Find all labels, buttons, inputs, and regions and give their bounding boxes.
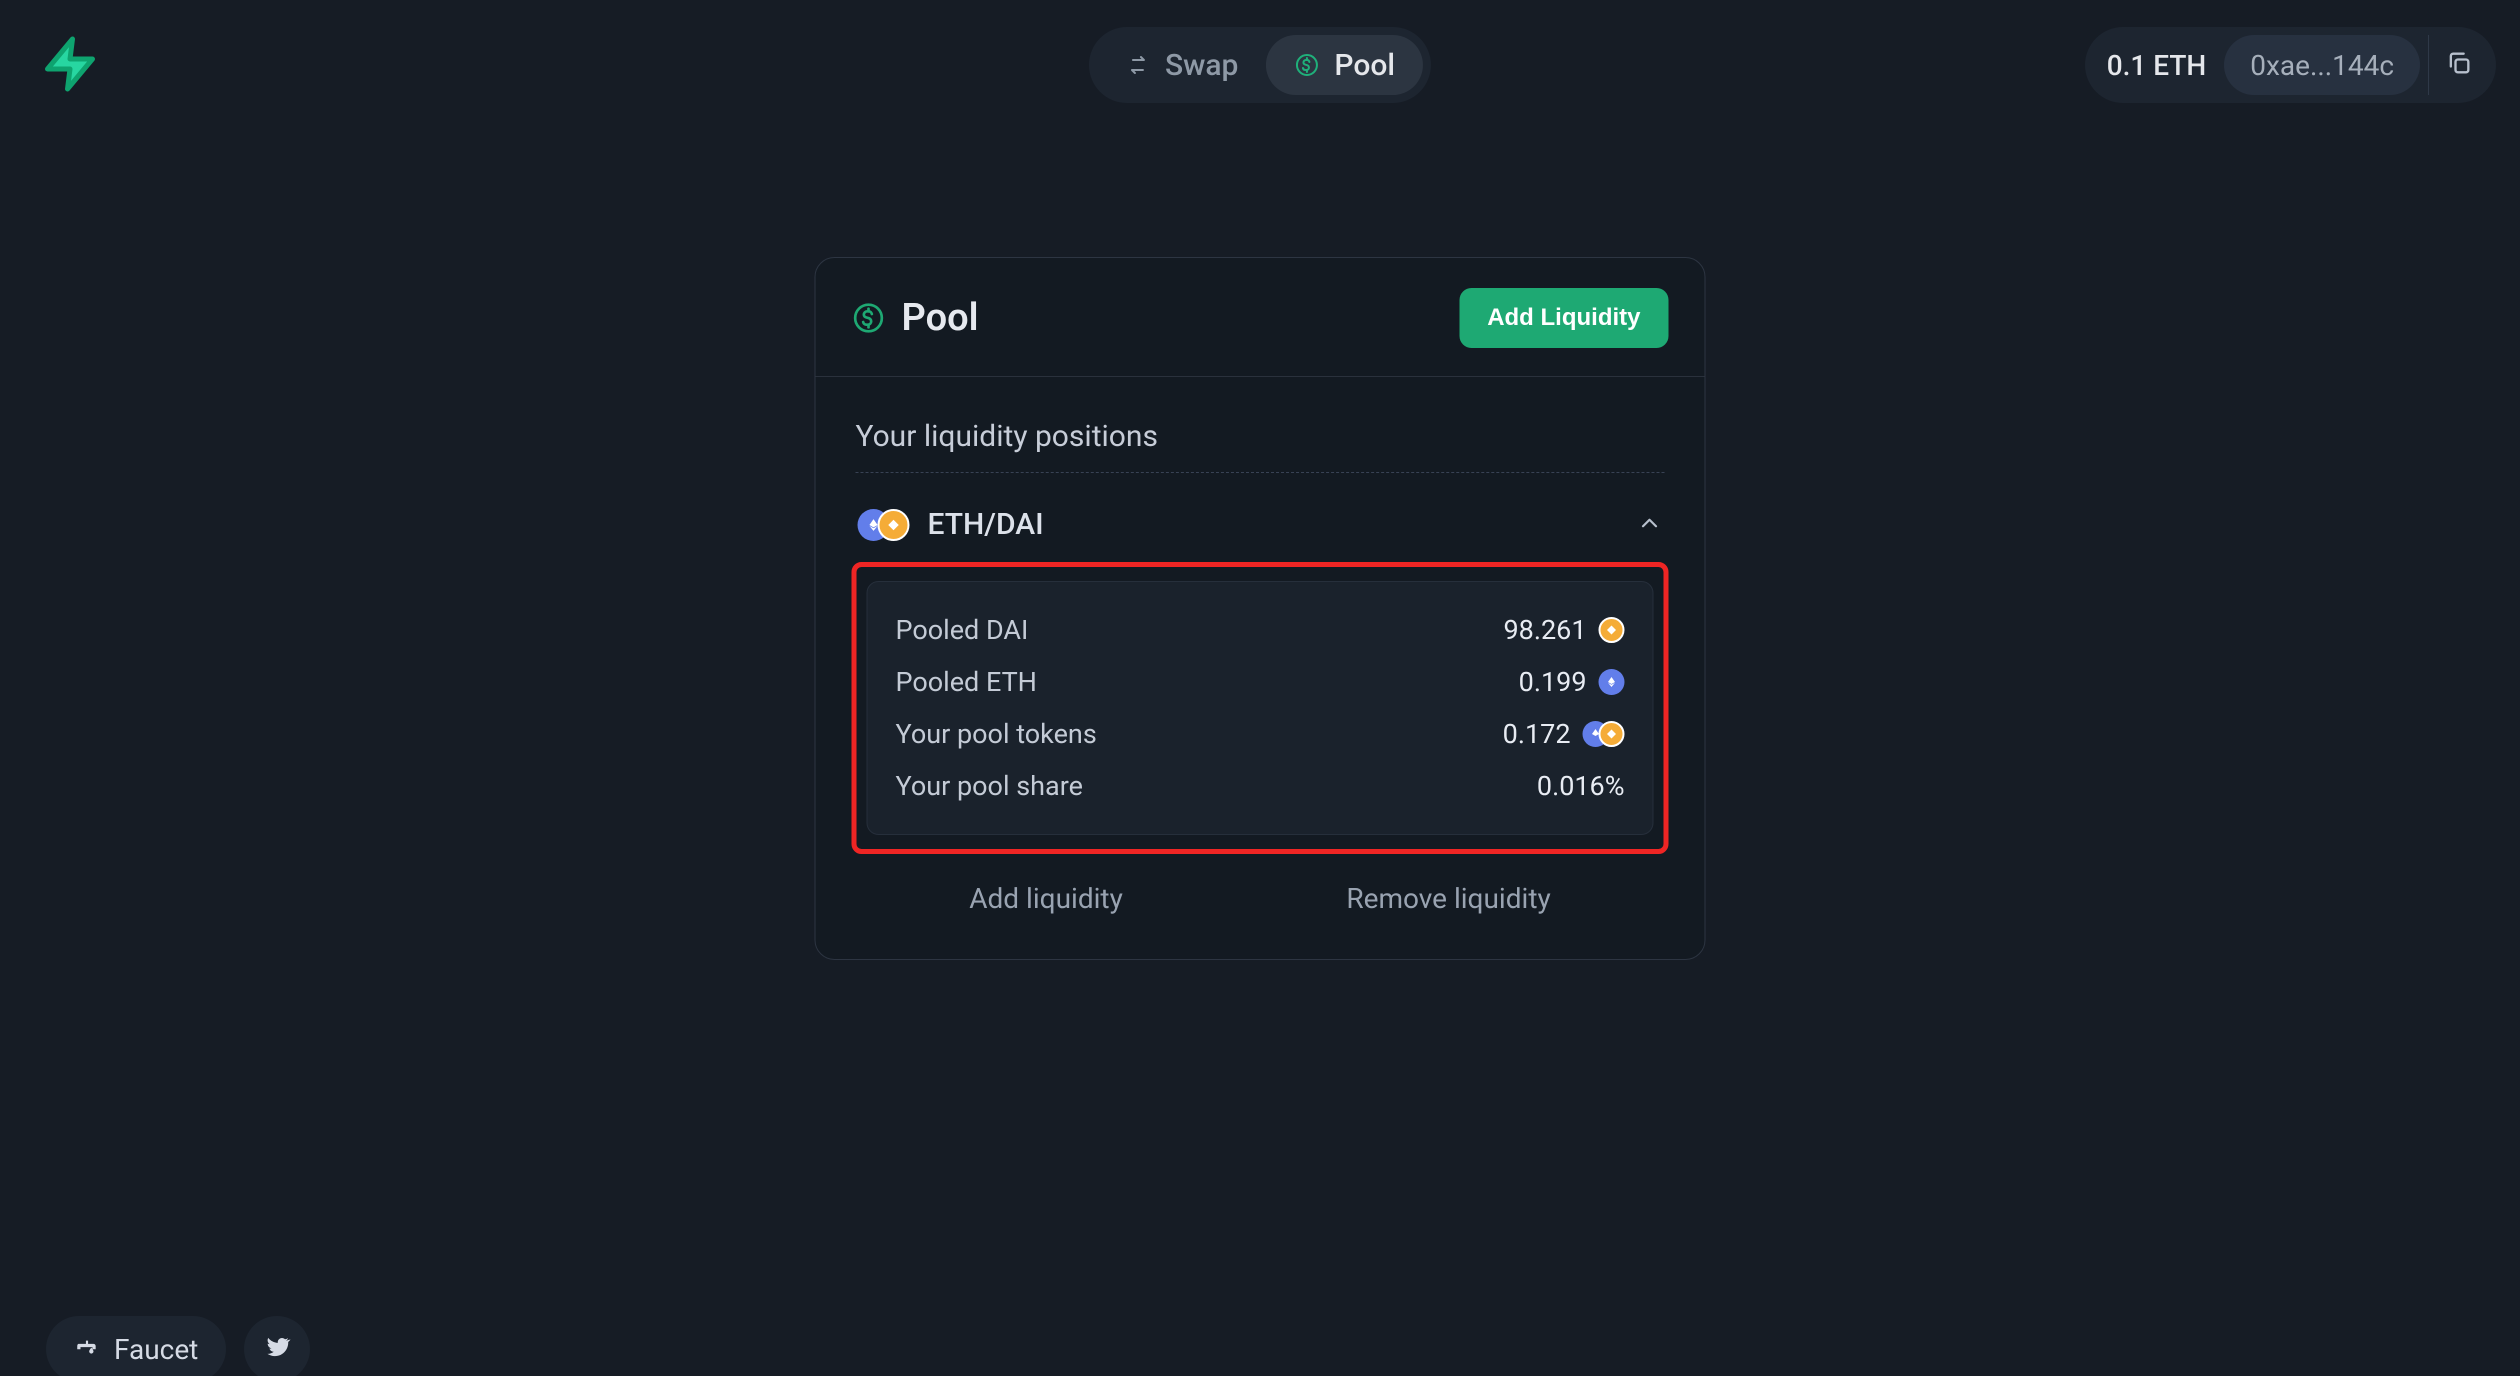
faucet-icon <box>74 1333 100 1366</box>
twitter-button[interactable] <box>244 1316 310 1376</box>
page-title: Pool <box>902 296 979 340</box>
wallet-balance: 0.1 ETH <box>2107 35 2225 95</box>
eth-token-icon <box>1599 669 1625 695</box>
tab-pool[interactable]: Pool <box>1266 35 1423 95</box>
copy-address-button[interactable] <box>2428 35 2488 95</box>
add-liquidity-link[interactable]: Add liquidity <box>969 882 1123 915</box>
card-header: Pool Add Liquidity <box>816 258 1705 377</box>
position-actions: Add liquidity Remove liquidity <box>852 854 1669 925</box>
pair-label: ETH/DAI <box>928 507 1044 542</box>
detail-pool-share: Your pool share 0.016% <box>896 760 1625 812</box>
detail-pooled-dai: Pooled DAI 98.261 <box>896 604 1625 656</box>
detail-label: Your pool share <box>896 770 1083 802</box>
dai-token-icon <box>1599 721 1625 747</box>
dollar-circle-icon <box>852 301 886 335</box>
dai-token-icon <box>878 509 910 541</box>
bottom-left-controls: Faucet <box>46 1316 310 1376</box>
swap-icon <box>1125 52 1151 78</box>
highlight-annotation: Pooled DAI 98.261 Pooled ETH 0.199 <box>852 562 1669 854</box>
detail-value: 0.016% <box>1537 770 1625 802</box>
wallet-address-button[interactable]: 0xae...144c <box>2224 35 2420 95</box>
twitter-icon <box>263 1333 291 1365</box>
app-logo[interactable] <box>38 32 102 96</box>
detail-value: 98.261 <box>1504 614 1587 646</box>
tab-pool-label: Pool <box>1334 48 1395 83</box>
faucet-button[interactable]: Faucet <box>46 1316 226 1376</box>
section-title: Your liquidity positions <box>856 419 1665 454</box>
wallet-pill: 0.1 ETH 0xae...144c <box>2085 27 2496 103</box>
detail-pool-tokens: Your pool tokens 0.172 <box>896 708 1625 760</box>
pool-position-row[interactable]: ETH/DAI <box>852 489 1669 560</box>
nav-tabs: Swap Pool <box>1089 27 1431 103</box>
faucet-label: Faucet <box>114 1333 198 1366</box>
dollar-circle-icon <box>1294 52 1320 78</box>
add-liquidity-button[interactable]: Add Liquidity <box>1459 288 1668 348</box>
chevron-up-icon <box>1637 510 1663 540</box>
position-details: Pooled DAI 98.261 Pooled ETH 0.199 <box>867 581 1654 835</box>
detail-pooled-eth: Pooled ETH 0.199 <box>896 656 1625 708</box>
dai-token-icon <box>1599 617 1625 643</box>
detail-value: 0.199 <box>1519 666 1587 698</box>
detail-label: Pooled DAI <box>896 614 1029 646</box>
detail-value: 0.172 <box>1503 718 1571 750</box>
remove-liquidity-link[interactable]: Remove liquidity <box>1346 882 1550 915</box>
tab-swap[interactable]: Swap <box>1097 35 1266 95</box>
divider <box>856 472 1665 473</box>
tab-swap-label: Swap <box>1165 48 1238 83</box>
pair-token-icon <box>1583 721 1625 747</box>
copy-icon <box>2445 49 2473 81</box>
pair-icons <box>858 509 910 541</box>
detail-label: Pooled ETH <box>896 666 1037 698</box>
detail-label: Your pool tokens <box>896 718 1097 750</box>
pool-card: Pool Add Liquidity Your liquidity positi… <box>815 257 1706 960</box>
